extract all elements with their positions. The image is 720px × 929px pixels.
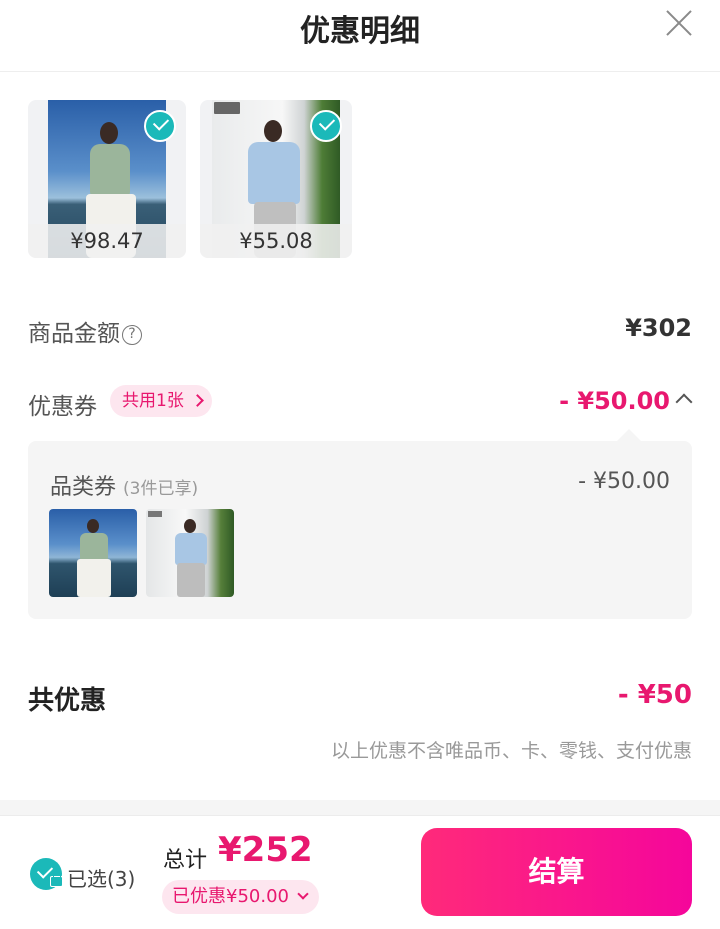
product-card-1[interactable]: ¥98.47 bbox=[28, 100, 186, 258]
shared-coupon-text: 共用1张 bbox=[122, 391, 184, 411]
coupon-label: 优惠券 bbox=[28, 394, 97, 420]
saved-amount-text: 已优惠¥50.00 bbox=[172, 886, 289, 907]
check-icon[interactable] bbox=[310, 110, 342, 142]
category-coupon-amount: - ¥50.00 bbox=[578, 469, 670, 494]
header: 优惠明细 bbox=[0, 0, 720, 72]
product-card-2[interactable]: ¥55.08 bbox=[200, 100, 352, 258]
saved-amount-pill[interactable]: 已优惠¥50.00 bbox=[162, 880, 319, 914]
total-label: 总计 bbox=[163, 848, 208, 873]
selected-count: 已选(3) bbox=[67, 867, 136, 891]
goods-amount-value: ¥302 bbox=[625, 314, 692, 342]
close-icon[interactable] bbox=[664, 8, 694, 38]
total-discount-label: 共优惠 bbox=[28, 686, 107, 716]
category-coupon-title: 品类券 (3件已享) bbox=[50, 469, 198, 501]
total-discount-value: - ¥50 bbox=[617, 680, 692, 710]
panel-pointer bbox=[617, 429, 641, 441]
goods-amount-row: 商品金额? bbox=[28, 314, 142, 348]
product-price-1: ¥98.47 bbox=[28, 224, 186, 258]
category-coupon-sub: (3件已享) bbox=[123, 479, 199, 499]
shared-coupon-badge[interactable]: 共用1张 bbox=[110, 385, 212, 417]
coupon-detail-panel: 品类券 (3件已享) - ¥50.00 bbox=[28, 441, 692, 619]
total-value: ¥252 bbox=[218, 830, 313, 870]
coupon-product-thumb-1 bbox=[49, 509, 137, 597]
product-price-2: ¥55.08 bbox=[200, 224, 352, 258]
checkout-button[interactable]: 结算 bbox=[421, 828, 692, 916]
chevron-up-icon[interactable] bbox=[675, 393, 693, 411]
help-icon[interactable]: ? bbox=[122, 325, 142, 345]
brand-logo-icon bbox=[214, 102, 240, 114]
check-icon[interactable] bbox=[144, 110, 176, 142]
goods-amount-label: 商品金额 bbox=[28, 321, 120, 347]
chevron-right-icon bbox=[190, 394, 204, 407]
page-title: 优惠明细 bbox=[300, 14, 420, 49]
chevron-down-icon bbox=[297, 888, 309, 900]
category-coupon-label: 品类券 bbox=[50, 475, 117, 500]
discount-note: 以上优惠不含唯品币、卡、零钱、支付优惠 bbox=[330, 740, 692, 762]
coupon-value: - ¥50.00 bbox=[559, 387, 670, 415]
lock-icon bbox=[50, 871, 63, 887]
divider bbox=[0, 800, 720, 816]
coupon-product-thumb-2 bbox=[146, 509, 234, 597]
